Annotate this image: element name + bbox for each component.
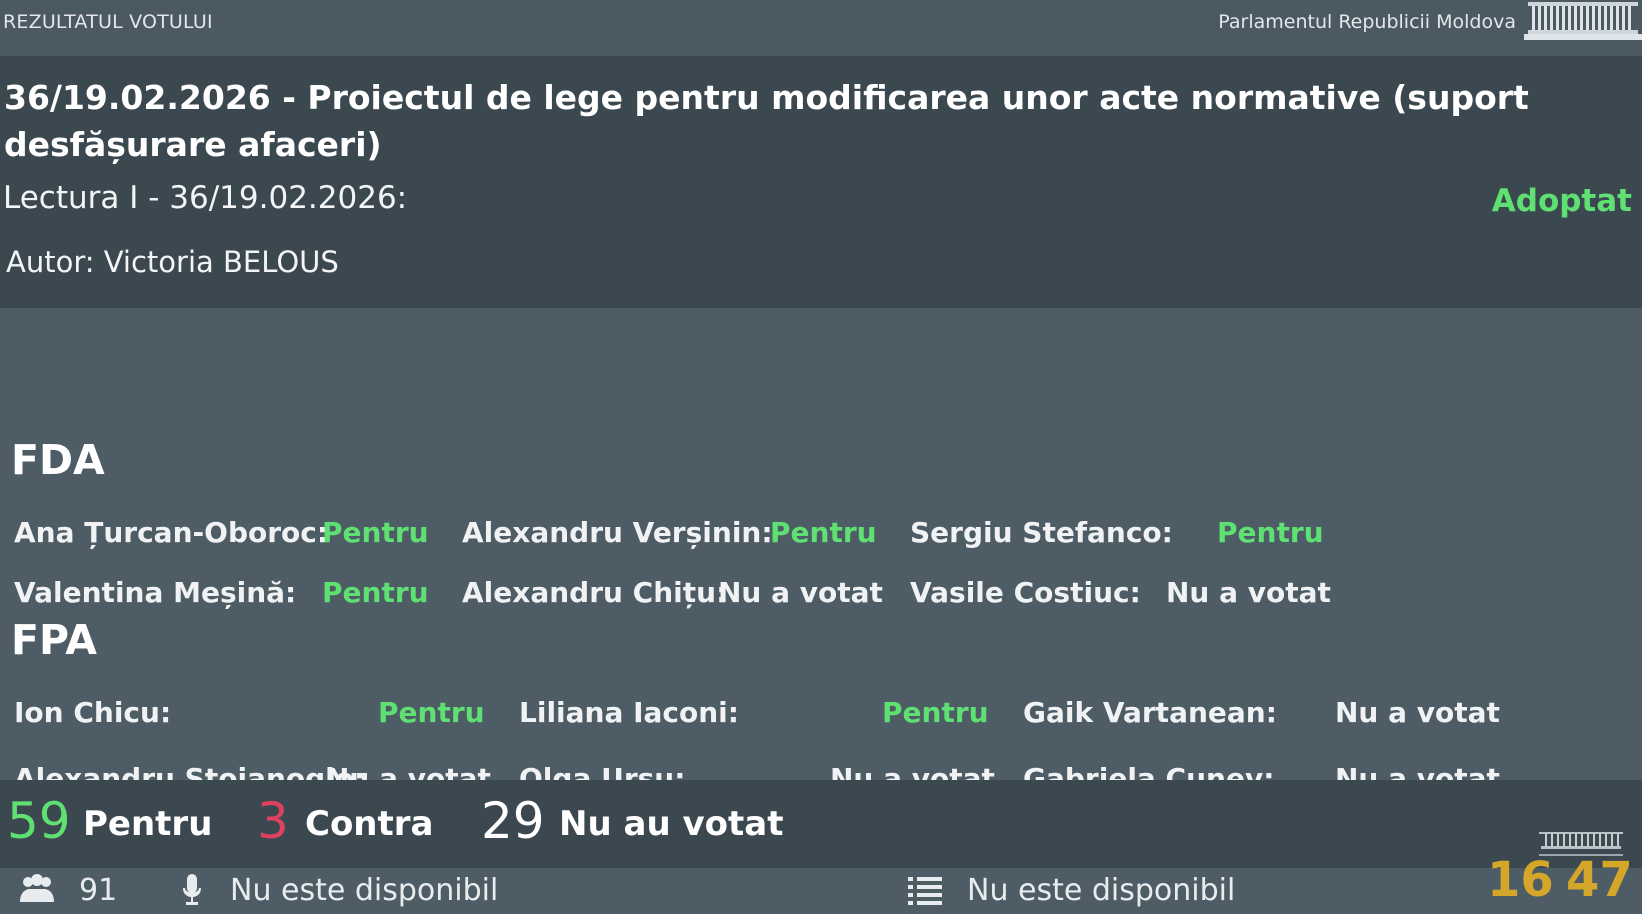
mp-name: Gaik Vartanean: <box>1023 696 1277 729</box>
top-bar: REZULTATUL VOTULUI Parlamentul Republici… <box>0 0 1642 56</box>
mp-name: Gabriela Cunev: <box>1023 762 1275 780</box>
mp-vote: Pentru <box>322 576 429 609</box>
faction-name: FPA <box>11 616 98 664</box>
mp-name: Olga Ursu: <box>519 762 686 780</box>
people-icon <box>20 874 54 902</box>
mp-vote: Pentru <box>882 696 989 729</box>
mp-vote: Nu a votat <box>1335 762 1500 780</box>
clock-minutes: 47 <box>1566 852 1633 908</box>
novote-count: 29 <box>481 792 545 850</box>
contra-count: 3 <box>257 792 289 850</box>
mp-name: Alexandru Stoianoglo: <box>14 762 366 780</box>
mp-name: Alexandru Verșinin: <box>462 516 773 549</box>
mp-vote: Nu a votat <box>1166 576 1331 609</box>
mp-name: Ion Chicu: <box>14 696 172 729</box>
mp-vote: Nu a votat <box>718 576 883 609</box>
clock-hours: 16 <box>1487 852 1554 908</box>
parliament-name: Parlamentul Republicii Moldova <box>1218 11 1516 33</box>
list-status: Nu este disponibil <box>967 873 1236 908</box>
mp-name: Sergiu Stefanco: <box>910 516 1173 549</box>
status-footer: 91 Nu este disponibil Nu este disponibil <box>0 868 1642 914</box>
vote-summary-bar: 59 Pentru 3 Contra 29 Nu au votat <box>0 780 1642 868</box>
list-icon <box>908 877 942 905</box>
project-title: 36/19.02.2026 - Proiectul de lege pentru… <box>4 78 1529 164</box>
pentru-label: Pentru <box>83 804 213 844</box>
faction-votes-area: FDA Ana Țurcan-Oboroc: Pentru Alexandru … <box>0 308 1642 780</box>
parliament-logo-icon <box>1524 2 1642 40</box>
mp-vote: Nu a votat <box>326 762 491 780</box>
mp-name: Ana Țurcan-Oboroc: <box>14 516 329 549</box>
mp-vote: Pentru <box>1217 516 1324 549</box>
mp-name: Valentina Meșină: <box>14 576 297 609</box>
pentru-count: 59 <box>7 792 71 850</box>
mp-vote: Pentru <box>770 516 877 549</box>
mp-name: Alexandru Chițu: <box>462 576 728 609</box>
screen-title: REZULTATUL VOTULUI <box>3 11 213 33</box>
vote-status-badge: Adoptat <box>1491 183 1632 219</box>
reading-label: Lectura I - 36/19.02.2026: <box>3 180 408 216</box>
microphone-status: Nu este disponibil <box>230 873 499 908</box>
mp-vote: Nu a votat <box>830 762 995 780</box>
mp-vote: Pentru <box>378 696 485 729</box>
mp-vote: Pentru <box>322 516 429 549</box>
mp-vote: Nu a votat <box>1335 696 1500 729</box>
microphone-icon <box>183 874 201 905</box>
mp-name: Vasile Costiuc: <box>910 576 1141 609</box>
faction-name: FDA <box>11 436 105 484</box>
clipped-row: Alexandru Stoianoglo: Nu a votat Olga Ur… <box>0 758 1642 780</box>
mp-name: Liliana Iaconi: <box>519 696 739 729</box>
novote-label: Nu au votat <box>559 804 784 844</box>
contra-label: Contra <box>305 804 434 844</box>
author-label: Autor: Victoria BELOUS <box>6 245 339 279</box>
members-present-count: 91 <box>79 873 118 908</box>
